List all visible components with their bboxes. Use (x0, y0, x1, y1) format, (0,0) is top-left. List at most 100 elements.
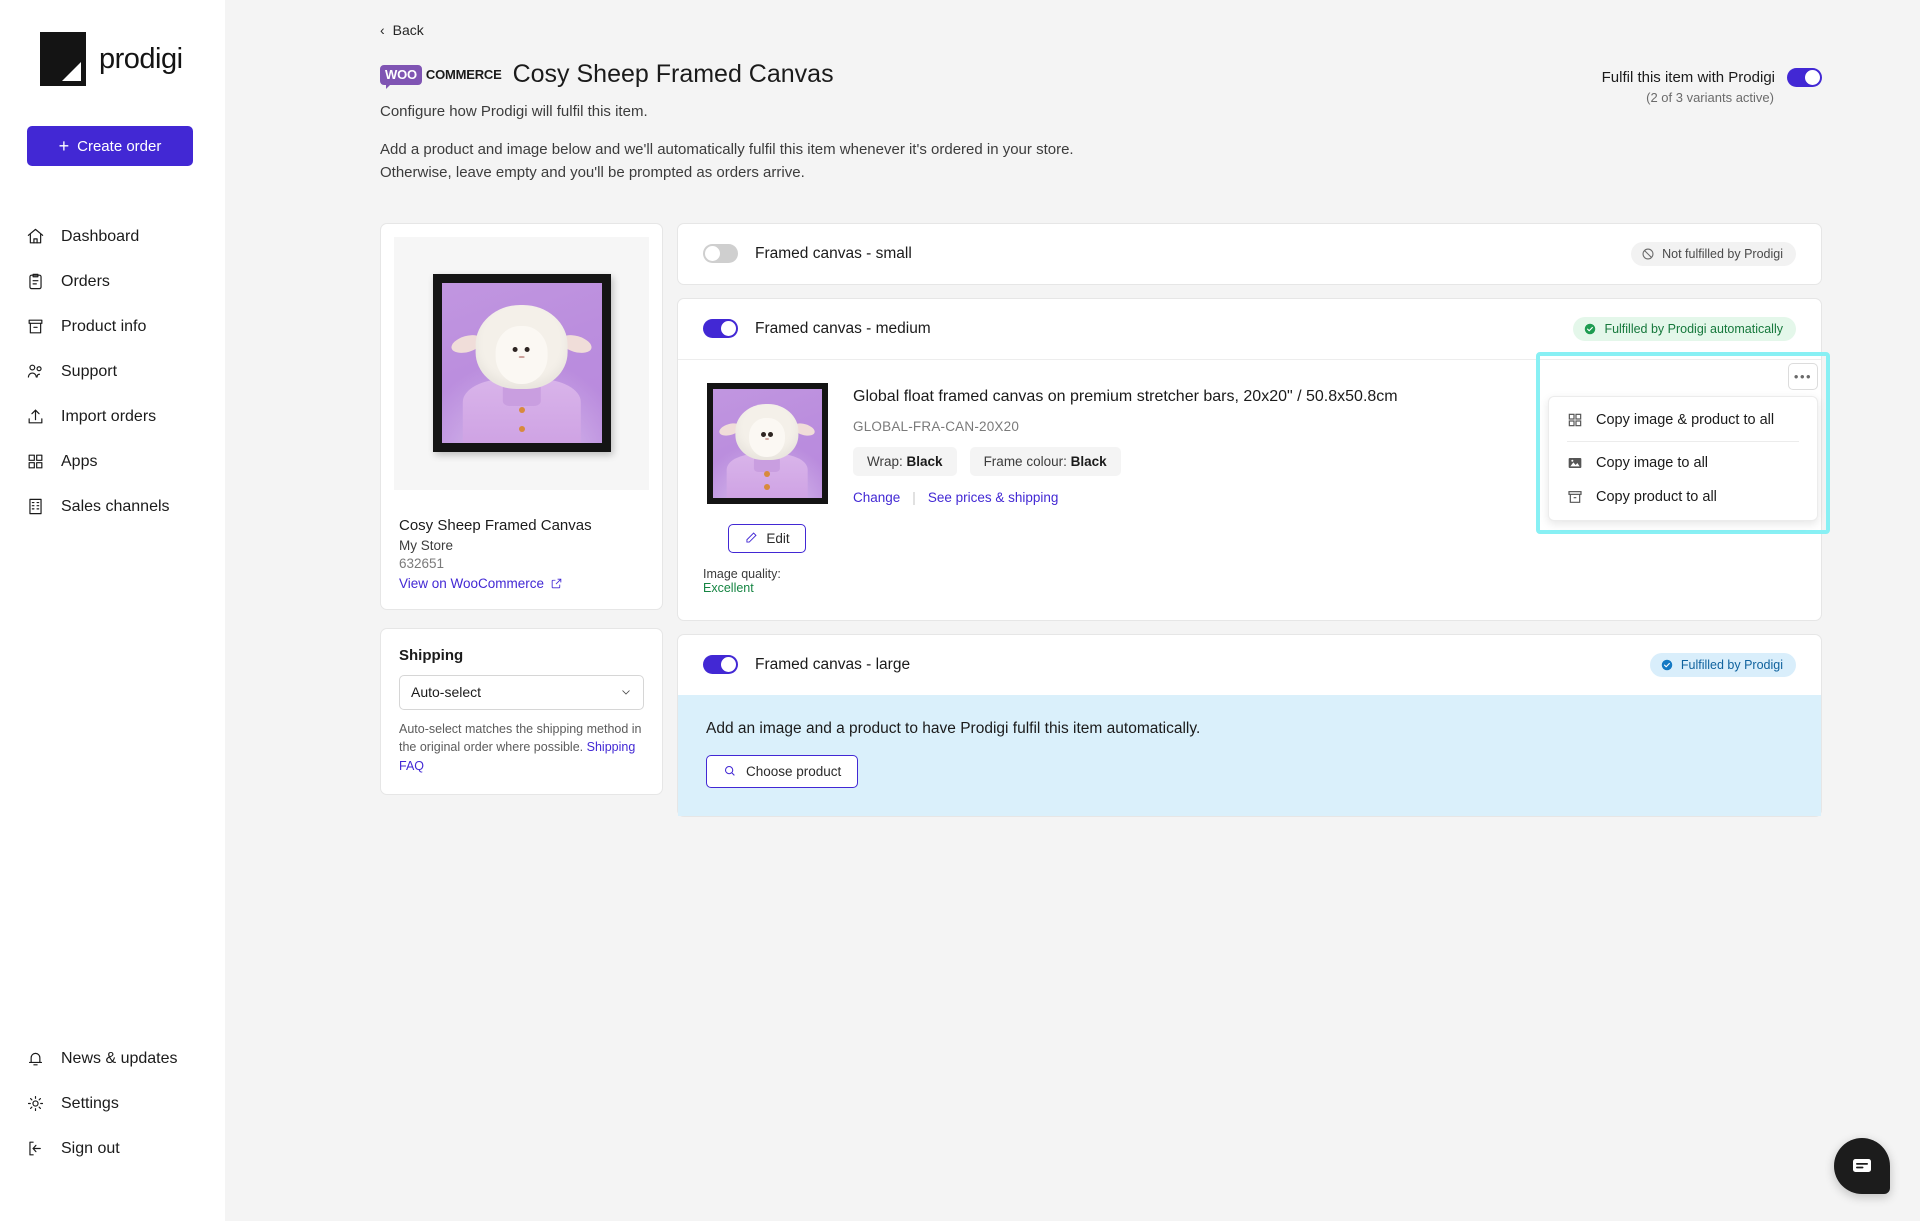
chat-widget-button[interactable] (1834, 1138, 1890, 1194)
menu-item-label: Copy image to all (1596, 454, 1709, 471)
copy-menu-highlight-region: ••• Copy image & product to all Copy ima… (1536, 351, 1830, 534)
fulfil-toggle-label: Fulfil this item with Prodigi (1601, 69, 1775, 86)
view-on-woocommerce-link[interactable]: View on WooCommerce (381, 571, 581, 609)
framed-canvas-preview-image (432, 274, 611, 452)
back-button[interactable]: ‹ Back (380, 22, 424, 38)
edit-button-label: Edit (766, 530, 790, 546)
variant-header-left: Framed canvas - large (703, 655, 910, 674)
sidebar-item-news-updates[interactable]: News & updates (0, 1036, 225, 1081)
menu-item-copy-image-and-product-to-all[interactable]: Copy image & product to all (1549, 403, 1817, 437)
sidebar-item-label: News & updates (61, 1049, 178, 1067)
page-content: ‹ Back WOO COMMERCE Cosy Sheep Framed Ca… (225, 0, 1920, 817)
fulfil-item-toggle[interactable] (1787, 68, 1822, 87)
sidebar-item-settings[interactable]: Settings (0, 1081, 225, 1126)
image-quality-value: Excellent (703, 580, 754, 595)
woo-commerce-label: COMMERCE (425, 67, 502, 82)
sidebar-item-sign-out[interactable]: Sign out (0, 1126, 225, 1171)
sidebar-item-product-info[interactable]: Product info (0, 304, 225, 349)
main-area: Fulfil this item with Prodigi (2 of 3 va… (225, 0, 1920, 1221)
product-name: Cosy Sheep Framed Canvas (399, 516, 592, 534)
product-store: My Store (399, 537, 454, 553)
sidebar-item-label: Orders (61, 272, 110, 290)
page-title: Cosy Sheep Framed Canvas (512, 60, 834, 88)
product-preview-card: Cosy Sheep Framed Canvas My Store 632651… (380, 222, 663, 610)
more-options-button[interactable]: ••• (1788, 362, 1818, 390)
attribute-label: Wrap: (867, 453, 903, 469)
sidebar-item-sales-channels[interactable]: Sales channels (0, 484, 225, 529)
choose-product-label: Choose product (746, 763, 842, 779)
sidebar-item-label: Sign out (61, 1139, 120, 1157)
image-quality-label: Image quality: (703, 566, 781, 581)
variant-title: Framed canvas - small (755, 244, 912, 262)
external-link-icon (551, 578, 562, 588)
variant-body-medium: Edit Image quality: Excellent Global flo… (678, 351, 1830, 620)
brand-logo[interactable]: prodigi (0, 0, 225, 86)
product-id: 632651 (399, 555, 445, 571)
toggle-knob (721, 657, 736, 672)
view-link-label: View on WooCommerce (399, 575, 545, 591)
sidebar-item-label: Import orders (61, 407, 157, 425)
change-product-link[interactable]: Change (853, 490, 900, 505)
columns: Cosy Sheep Framed Canvas My Store 632651… (380, 222, 1830, 817)
edit-image-button[interactable]: Edit (728, 523, 806, 553)
sidebar-item-label: Product info (61, 317, 147, 335)
archive-icon (25, 317, 45, 337)
add-image-product-panel: Add an image and a product to have Prodi… (678, 694, 1821, 816)
menu-item-copy-image-to-all[interactable]: Copy image to all (1549, 446, 1817, 480)
sidebar-item-support[interactable]: Support (0, 349, 225, 394)
sidebar-item-import-orders[interactable]: Import orders (0, 394, 225, 439)
sidebar-item-orders[interactable]: Orders (0, 259, 225, 304)
app-root: prodigi + Create order Dashboard Orders … (0, 0, 1920, 1221)
variant-product-title: Global float framed canvas on premium st… (853, 387, 1398, 405)
shipping-method-select[interactable]: Auto-select (399, 674, 644, 710)
variant-card-medium: Framed canvas - medium Fulfilled by Prod… (677, 297, 1830, 621)
brand-name: prodigi (99, 42, 183, 75)
sidebar-item-dashboard[interactable]: Dashboard (0, 214, 225, 259)
page-paragraph-line2: Otherwise, leave empty and you'll be pro… (380, 164, 805, 182)
toggle-knob (1805, 70, 1820, 85)
preview-inner (394, 236, 649, 490)
status-badge-label: Fulfilled by Prodigi automatically (1604, 321, 1783, 336)
clipboard-icon (25, 272, 45, 292)
check-circle-icon (1585, 323, 1596, 334)
right-column: Framed canvas - small Not fulfilled by P… (677, 222, 1830, 817)
add-panel-text: Add an image and a product to have Prodi… (706, 719, 1201, 737)
attribute-frame-colour: Frame colour: Black (969, 446, 1121, 476)
variant-card-large: Framed canvas - large Fulfilled by Prodi… (677, 633, 1822, 817)
attribute-label: Frame colour: (983, 453, 1067, 469)
fulfil-toggle-group: Fulfil this item with Prodigi (2 of 3 va… (1602, 68, 1822, 105)
create-order-label: Create order (77, 137, 162, 155)
fulfil-variants-note: (2 of 3 variants active) (1646, 90, 1774, 105)
attribute-wrap: Wrap: Black (853, 446, 957, 476)
link-divider: | (912, 489, 916, 505)
building-icon (25, 497, 45, 517)
variant-header: Framed canvas - medium Fulfilled by Prod… (678, 299, 1821, 359)
status-badge-label: Not fulfilled by Prodigi (1662, 246, 1783, 261)
status-badge: Fulfilled by Prodigi automatically (1573, 316, 1796, 341)
sidebar-item-apps[interactable]: Apps (0, 439, 225, 484)
grid-icon (1567, 412, 1583, 428)
variant-toggle-large[interactable] (703, 655, 738, 674)
variant-toggle-small[interactable] (703, 244, 738, 263)
woo-pill-label: WOO (380, 64, 422, 89)
menu-item-copy-product-to-all[interactable]: Copy product to all (1549, 480, 1817, 514)
see-prices-shipping-link[interactable]: See prices & shipping (928, 490, 1059, 505)
choose-product-button[interactable]: Choose product (706, 754, 859, 788)
menu-item-label: Copy product to all (1596, 488, 1717, 505)
variant-thumbnail-image (706, 382, 828, 504)
sidebar-nav: Dashboard Orders Product info Support Im… (0, 214, 225, 529)
copy-options-menu: Copy image & product to all Copy image t… (1548, 395, 1818, 521)
create-order-button[interactable]: + Create order (27, 126, 193, 166)
pencil-icon (746, 532, 757, 543)
upload-icon (25, 407, 45, 427)
chevron-left-icon: ‹ (380, 22, 385, 38)
variant-card-small: Framed canvas - small Not fulfilled by P… (677, 222, 1822, 285)
gear-icon (25, 1094, 45, 1114)
woocommerce-logo-icon: WOO COMMERCE (380, 64, 502, 89)
sidebar-item-label: Dashboard (61, 227, 140, 245)
sidebar-nav-bottom: News & updates Settings Sign out (0, 1036, 225, 1171)
archive-icon (1567, 489, 1583, 505)
variant-toggle-medium[interactable] (703, 319, 738, 338)
sign-out-icon (25, 1139, 45, 1159)
grid-icon (25, 452, 45, 472)
